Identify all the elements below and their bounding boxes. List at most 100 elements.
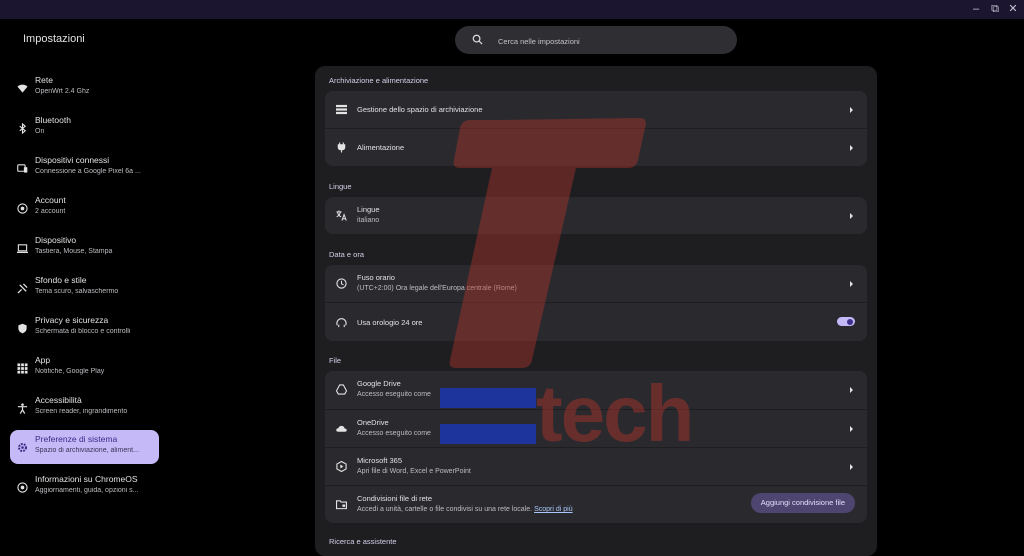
window-title-bar: – ⧉ ✕ <box>0 0 1024 19</box>
search-bar[interactable] <box>455 26 737 54</box>
datetime-card: Fuso orario (UTC+2:00) Ora legale dell'E… <box>325 265 867 341</box>
sidebar-item-title: Preferenze di sistema <box>35 434 118 444</box>
sidebar-item-rete[interactable]: Rete OpenWrt 2.4 Ghz <box>10 71 159 105</box>
toggle-knob <box>847 318 853 325</box>
languages-row[interactable]: Lingue italiano <box>325 197 867 234</box>
onedrive-icon <box>336 425 347 432</box>
chevron-right-icon <box>850 387 853 393</box>
sidebar-item-privacy-e-sicurezza[interactable]: Privacy e sicurezza Schermata di blocco … <box>10 311 159 345</box>
sidebar-item-preferenze-di-sistema[interactable]: Preferenze di sistema Spazio di archivia… <box>10 430 159 464</box>
clock-24-icon <box>336 318 347 328</box>
gear-icon <box>18 443 27 452</box>
sidebar-item-title: Sfondo e stile <box>35 275 87 285</box>
storage-management-row[interactable]: Gestione dello spazio di archiviazione <box>325 91 867 128</box>
row-title: Fuso orario <box>357 273 395 282</box>
sidebar-item-accessibilita[interactable]: Accessibilità Screen reader, ingrandimen… <box>10 391 159 425</box>
sidebar-item-subtitle: Screen reader, ingrandimento <box>35 408 128 415</box>
google-drive-icon <box>336 384 347 395</box>
sidebar-item-sfondo-e-stile[interactable]: Sfondo e stile Tema scuro, salvaschermo <box>10 271 159 305</box>
row-title: Gestione dello spazio di archiviazione <box>357 105 483 114</box>
row-title: Google Drive <box>357 379 401 388</box>
chevron-right-icon <box>850 464 853 470</box>
devices-icon <box>17 164 28 173</box>
bluetooth-icon <box>19 123 27 134</box>
palette-icon <box>17 283 28 294</box>
network-folder-icon <box>336 500 347 510</box>
watermark-stripe <box>440 424 536 444</box>
add-file-share-button[interactable]: Aggiungi condivisione file <box>750 493 855 513</box>
row-subtitle-text: Accedi a unità, cartelle o file condivis… <box>357 506 533 513</box>
close-icon[interactable]: ✕ <box>1006 2 1020 16</box>
minimize-icon[interactable]: – <box>969 2 983 16</box>
power-row[interactable]: Alimentazione <box>325 128 867 166</box>
clock-24h-row[interactable]: Usa orologio 24 ore <box>325 302 867 341</box>
row-title: Microsoft 365 <box>357 456 403 465</box>
row-subtitle: Accesso eseguito come <box>357 391 431 398</box>
chromeos-icon <box>17 482 28 493</box>
timezone-row[interactable]: Fuso orario (UTC+2:00) Ora legale dell'E… <box>325 265 867 302</box>
sidebar-item-title: Dispositivo <box>35 235 77 245</box>
sidebar-item-subtitle: Tema scuro, salvaschermo <box>35 288 119 295</box>
sidebar-item-title: Dispositivi connessi <box>35 155 110 165</box>
power-plug-icon <box>337 142 346 153</box>
chevron-right-icon <box>850 145 853 151</box>
chevron-right-icon <box>850 213 853 219</box>
sidebar-item-subtitle: Connessione a Google Pixel 6a ... <box>35 168 141 175</box>
account-icon <box>17 203 28 214</box>
sidebar-item-informazioni-su-chromeos[interactable]: Informazioni su ChromeOS Aggiornamenti, … <box>10 470 159 504</box>
sidebar-item-title: Accessibilità <box>35 395 82 405</box>
learn-more-link[interactable]: Scopri di più <box>534 506 573 513</box>
apps-grid-icon <box>17 363 28 374</box>
sidebar-item-subtitle: Notifiche, Google Play <box>35 368 105 375</box>
laptop-icon <box>17 244 28 253</box>
section-heading-datetime: Data e ora <box>329 250 365 259</box>
sidebar-item-subtitle: Schermata di blocco e controlli <box>35 328 131 335</box>
watermark-stripe <box>440 388 536 408</box>
sidebar-item-title: App <box>35 355 51 365</box>
sidebar-item-dispositivi-connessi[interactable]: Dispositivi connessi Connessione a Googl… <box>10 151 159 185</box>
row-subtitle: italiano <box>357 217 380 224</box>
restore-icon[interactable]: ⧉ <box>988 2 1002 16</box>
network-file-shares-row: Condivisioni file di rete Accedi a unità… <box>325 485 867 523</box>
sidebar-item-title: Privacy e sicurezza <box>35 315 109 325</box>
row-subtitle: Accedi a unità, cartelle o file condivis… <box>357 506 573 513</box>
storage-icon <box>336 104 347 115</box>
microsoft-365-icon <box>336 461 347 472</box>
sidebar-item-title: Informazioni su ChromeOS <box>35 474 138 484</box>
sidebar-item-app[interactable]: App Notifiche, Google Play <box>10 351 159 385</box>
row-subtitle: (UTC+2:00) Ora legale dell'Europa centra… <box>357 285 517 292</box>
sidebar-item-subtitle: Aggiornamenti, guida, opzioni s... <box>35 487 139 494</box>
sidebar-item-title: Rete <box>35 75 53 85</box>
watermark-text: tech <box>536 369 694 458</box>
sidebar-item-subtitle: OpenWrt 2.4 Ghz <box>35 88 90 95</box>
accessibility-icon <box>17 403 28 414</box>
languages-card: Lingue italiano <box>325 197 867 234</box>
search-input[interactable] <box>496 32 720 50</box>
app-title: Impostazioni <box>23 33 85 45</box>
sidebar-item-title: Bluetooth <box>35 115 71 125</box>
storage-card: Gestione dello spazio di archiviazione A… <box>325 91 867 166</box>
sidebar-item-bluetooth[interactable]: Bluetooth On <box>10 111 159 145</box>
chevron-right-icon <box>850 281 853 287</box>
chevron-right-icon <box>850 426 853 432</box>
section-heading-storage: Archiviazione e alimentazione <box>329 76 429 85</box>
sidebar-item-subtitle: 2 account <box>35 208 66 215</box>
section-heading-search-assistant: Ricerca e assistente <box>329 537 397 546</box>
row-title: Usa orologio 24 ore <box>357 318 423 327</box>
sidebar-item-dispositivo[interactable]: Dispositivo Tastiera, Mouse, Stampa <box>10 231 159 265</box>
clock-24h-toggle[interactable] <box>837 317 855 326</box>
row-title: Alimentazione <box>357 143 405 152</box>
translate-icon <box>336 210 347 221</box>
search-icon <box>472 34 483 45</box>
row-subtitle: Accesso eseguito come <box>357 430 431 437</box>
section-heading-languages: Lingue <box>329 182 352 191</box>
row-title: OneDrive <box>357 418 389 427</box>
row-title: Lingue <box>357 205 380 214</box>
sidebar-item-subtitle: On <box>35 128 45 135</box>
row-subtitle: Apri file di Word, Excel e PowerPoint <box>357 468 471 475</box>
clock-icon <box>336 278 347 289</box>
sidebar-item-subtitle: Tastiera, Mouse, Stampa <box>35 248 113 255</box>
row-title: Condivisioni file di rete <box>357 494 433 503</box>
section-heading-files: File <box>329 356 342 365</box>
sidebar-item-account[interactable]: Account 2 account <box>10 191 159 225</box>
